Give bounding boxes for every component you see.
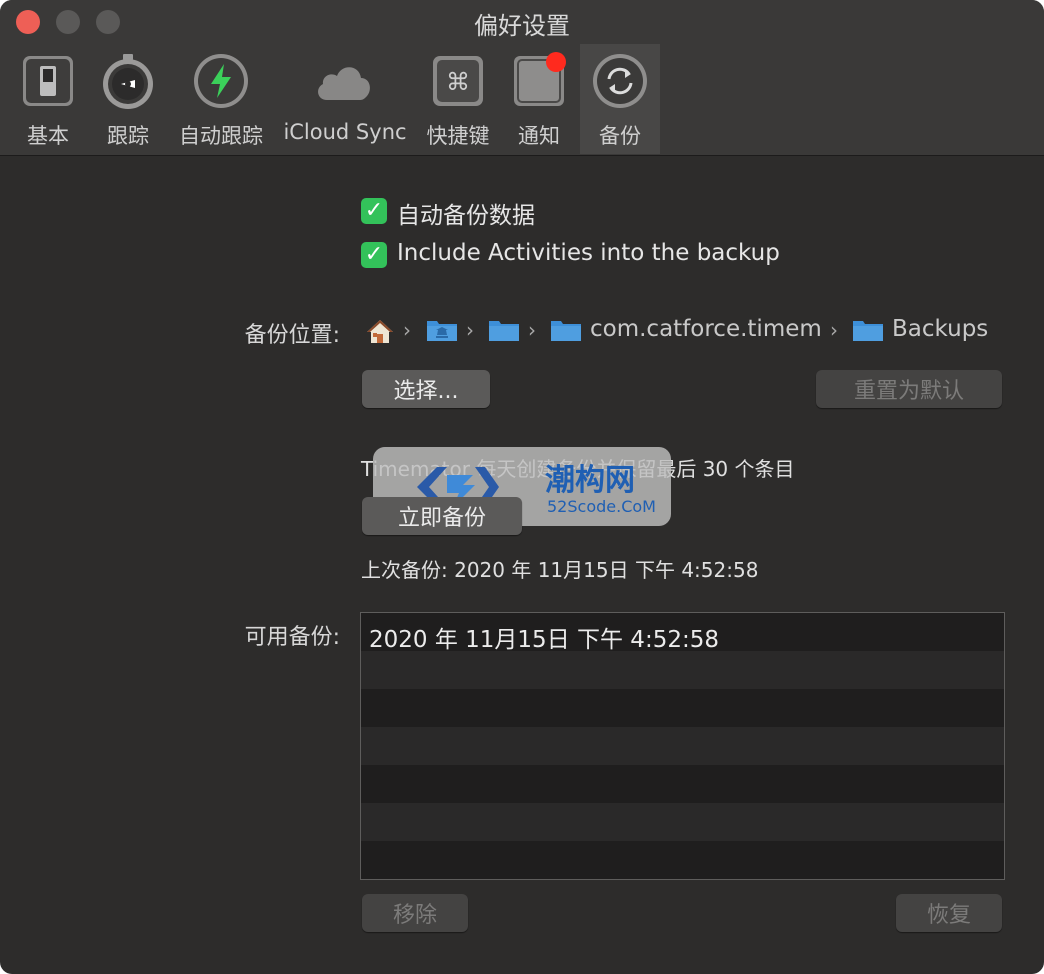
- stopwatch-icon: [99, 52, 157, 110]
- empty-row: [361, 651, 1004, 689]
- tab-label: 跟踪: [107, 124, 149, 148]
- backup-item-label: 2020 年 11月15日 下午 4:52:58: [369, 627, 719, 653]
- tab-tracking[interactable]: 跟踪: [94, 44, 162, 154]
- include-activities-checkbox[interactable]: ✓: [361, 242, 387, 268]
- home-icon: [367, 320, 393, 343]
- tab-icloud-sync[interactable]: iCloud Sync: [280, 44, 410, 154]
- restore-backup-button[interactable]: 恢复: [896, 894, 1002, 932]
- tab-label: iCloud Sync: [283, 120, 407, 144]
- tab-label: 自动跟踪: [179, 124, 263, 148]
- tab-notifications[interactable]: 通知: [504, 44, 574, 154]
- auto-backup-label: 自动备份数据: [397, 203, 535, 229]
- empty-row: [361, 689, 1004, 727]
- remove-backup-button[interactable]: 移除: [362, 894, 468, 932]
- folder-icon: [551, 321, 581, 341]
- empty-row: [361, 727, 1004, 765]
- watermark-text: 潮构网: [545, 463, 635, 498]
- window-title: 偏好设置: [474, 12, 570, 40]
- folder-icon: [489, 321, 519, 341]
- last-backup-text: 上次备份: 2020 年 11月15日 下午 4:52:58: [361, 558, 759, 582]
- choose-location-button[interactable]: 选择...: [362, 370, 490, 408]
- preferences-window: 偏好设置 基本 跟踪 自动跟踪 iCloud Sync ⌘ 快捷键 通知 备份 …: [0, 0, 1044, 974]
- command-key-icon: ⌘: [429, 52, 487, 110]
- tab-auto-tracking[interactable]: 自动跟踪: [174, 44, 268, 154]
- backup-location-label: 备份位置:: [244, 323, 340, 348]
- tab-general[interactable]: 基本: [14, 44, 82, 154]
- path-segment-appfolder: com.catforce.timem: [590, 316, 822, 342]
- empty-row: [361, 803, 1004, 841]
- tab-label: 备份: [599, 124, 641, 148]
- backup-now-button[interactable]: 立即备份: [362, 497, 522, 535]
- available-backups-label: 可用备份:: [244, 625, 340, 650]
- watermark-subtext: 52Scode.CoM: [547, 497, 656, 516]
- folder-icon: [427, 321, 457, 341]
- switch-icon: [19, 52, 77, 110]
- available-backups-list[interactable]: 2020 年 11月15日 下午 4:52:58: [360, 612, 1005, 880]
- tab-label: 基本: [27, 124, 69, 148]
- folder-icon: [853, 321, 883, 341]
- notification-icon: [510, 52, 568, 110]
- lightning-icon: [192, 52, 250, 110]
- path-segment-backups: Backups: [892, 316, 989, 342]
- toolbar: 偏好设置 基本 跟踪 自动跟踪 iCloud Sync ⌘ 快捷键 通知 备份: [0, 0, 1044, 156]
- svg-text:⌘: ⌘: [446, 68, 470, 96]
- cloud-icon: [313, 52, 377, 110]
- list-item[interactable]: 2020 年 11月15日 下午 4:52:58: [361, 613, 1004, 653]
- notification-badge: [546, 52, 566, 72]
- empty-row: [361, 765, 1004, 803]
- tab-backup[interactable]: 备份: [580, 44, 660, 154]
- auto-backup-checkbox[interactable]: ✓: [361, 198, 387, 224]
- reset-default-button[interactable]: 重置为默认: [816, 370, 1002, 408]
- tab-label: 快捷键: [426, 124, 490, 148]
- sync-arrows-icon: [591, 52, 649, 110]
- tab-label: 通知: [518, 124, 560, 148]
- include-activities-label: Include Activities into the backup: [397, 240, 780, 266]
- empty-row: [361, 841, 1004, 879]
- tab-shortcuts[interactable]: ⌘ 快捷键: [422, 44, 494, 154]
